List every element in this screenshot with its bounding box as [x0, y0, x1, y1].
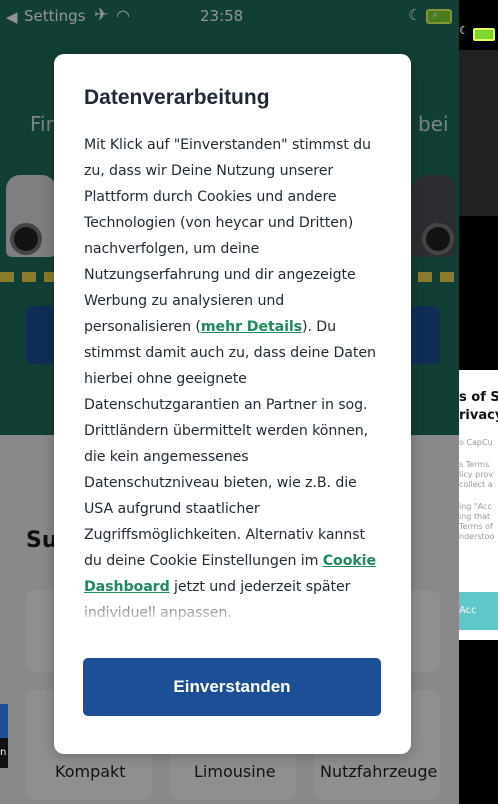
- consent-text-part-1: Mit Klick auf "Einverstanden" stimmst du…: [84, 137, 371, 335]
- dialog-body: Mit Klick auf "Einverstanden" stimmst du…: [84, 132, 384, 624]
- terms-line: licy prov: [459, 470, 493, 479]
- side-status-bar: ☾: [459, 24, 498, 44]
- terms-line: s Terms: [459, 460, 490, 469]
- more-details-link[interactable]: mehr Details: [201, 319, 302, 335]
- left-app-sliver: [0, 704, 8, 738]
- left-app-sliver-label: n: [0, 738, 8, 768]
- consent-dialog: Datenverarbeitung Mit Klick auf "Einvers…: [54, 54, 411, 754]
- consent-text-part-2: ). Du stimmst damit auch zu, dass deine …: [84, 319, 376, 569]
- terms-line: collect a: [459, 480, 493, 489]
- accept-button[interactable]: Einverstanden: [83, 658, 381, 716]
- accept-button-side[interactable]: Acc: [459, 592, 498, 630]
- battery-icon: [473, 28, 495, 41]
- terms-line: ing that: [459, 512, 491, 521]
- side-media-area: [459, 50, 498, 216]
- terms-line: ing "Acc: [459, 502, 492, 511]
- scroll-fade: [84, 594, 384, 626]
- dialog-title: Datenverarbeitung: [84, 86, 270, 109]
- do-not-disturb-icon: ☾: [459, 24, 469, 37]
- terms-heading: s of S: [459, 390, 498, 405]
- privacy-heading: rivacy: [459, 408, 498, 423]
- terms-line: nderstoo: [459, 532, 495, 541]
- terms-line: o CapCu: [459, 438, 493, 447]
- terms-line: Terms of: [459, 522, 493, 531]
- background-app-capcut: ☾ s of S rivacy o CapCu s Terms licy pro…: [459, 0, 498, 804]
